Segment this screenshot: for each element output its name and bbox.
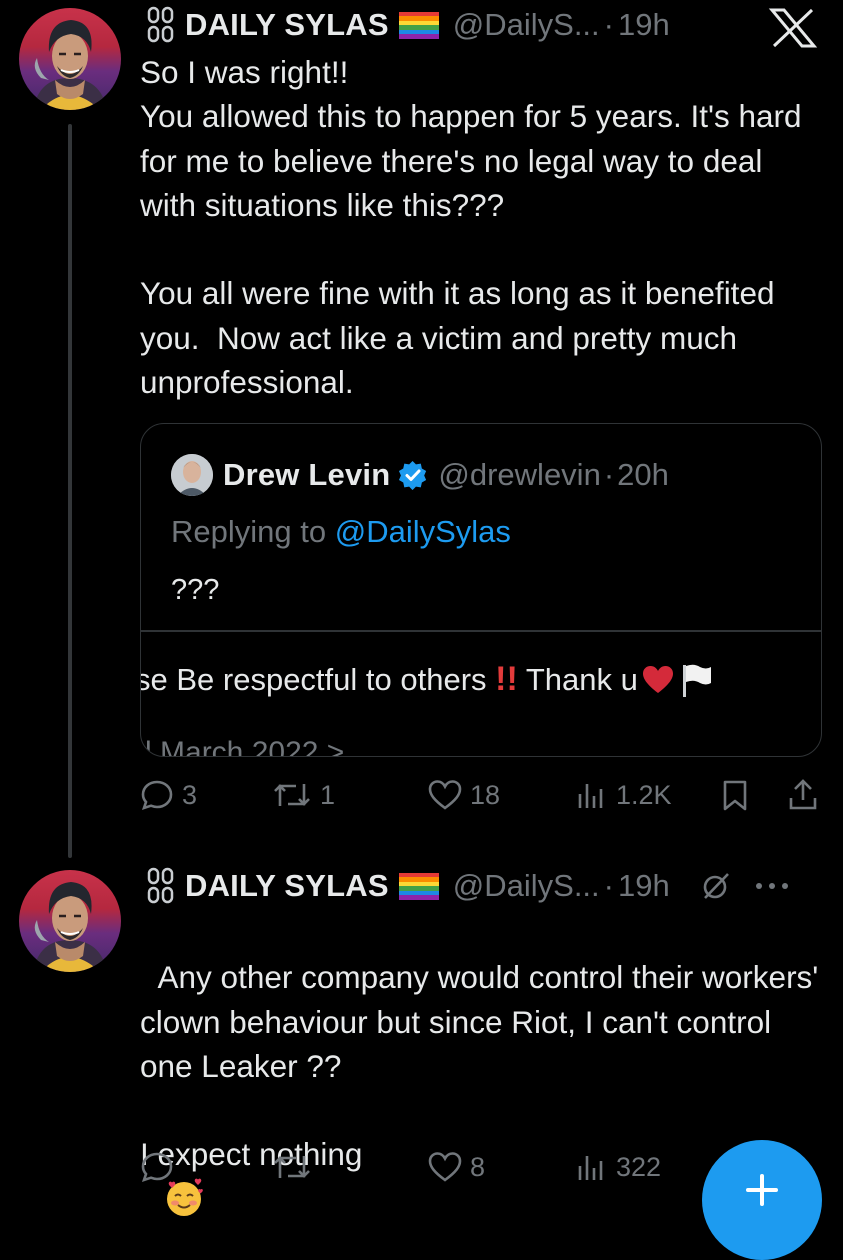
quoted-tweet-card[interactable]: Drew Levin @drewlevin · 20h Replying to … — [140, 423, 822, 757]
quoted-media-text: se Be respectful to others !! Thank u — [140, 660, 712, 699]
retweet-count: 1 — [320, 779, 336, 810]
red-heart-icon — [642, 665, 673, 693]
views-icon — [578, 1156, 603, 1180]
timestamp[interactable]: 19h — [618, 868, 670, 904]
tweet-text: So I was right!! You allowed this to hap… — [140, 54, 802, 401]
thread-connector-line — [68, 124, 72, 858]
display-name[interactable]: DAILY SYLAS — [185, 7, 389, 43]
quoted-user-avatar[interactable] — [171, 454, 213, 496]
view-count: 322 — [616, 1151, 662, 1182]
chain-icon — [147, 6, 174, 43]
grok-icon[interactable] — [698, 869, 732, 903]
reply-count: 3 — [182, 779, 198, 810]
tweet-header: DAILY SYLAS @DailyS... · 19h — [141, 2, 670, 48]
retweet-button[interactable] — [272, 1150, 320, 1184]
handle[interactable]: @DailyS... — [453, 868, 600, 904]
tweet-header: DAILY SYLAS @DailyS... · 19h — [141, 863, 790, 909]
quoted-handle[interactable]: @drewlevin — [438, 457, 600, 493]
user-avatar[interactable] — [19, 870, 121, 972]
reply-button[interactable] — [140, 1150, 182, 1184]
chain-icon — [147, 867, 174, 904]
quote-divider — [141, 630, 821, 632]
plus-icon — [746, 1174, 778, 1206]
bookmark-icon — [723, 780, 747, 811]
rainbow-flag-icon — [398, 872, 439, 900]
views-button[interactable]: 322 — [574, 1150, 661, 1184]
separator-dot: · — [603, 457, 615, 492]
reply-icon — [141, 1152, 173, 1183]
quoted-timestamp[interactable]: 20h — [617, 457, 669, 493]
like-button[interactable]: 8 — [428, 1150, 485, 1184]
quoted-tweet-text: ??? — [171, 574, 220, 606]
user-avatar[interactable] — [19, 8, 121, 110]
views-icon — [578, 784, 603, 808]
tweet-body: Any other company would control their wo… — [140, 959, 819, 1173]
cutoff-caption: d March 2022 > — [140, 736, 345, 757]
view-count: 1.2K — [616, 779, 672, 810]
retweet-button[interactable]: 1 — [272, 778, 335, 812]
separator-dot: · — [603, 7, 614, 42]
compose-button[interactable] — [702, 1140, 822, 1260]
more-options-icon[interactable] — [754, 881, 790, 891]
reply-icon — [141, 780, 173, 811]
heart-icon — [428, 1152, 462, 1182]
double-exclamation: !! — [495, 660, 518, 698]
retweet-icon — [274, 1156, 310, 1178]
like-button[interactable]: 18 — [428, 778, 500, 812]
verified-badge-icon — [399, 460, 427, 490]
heart-icon — [428, 780, 462, 810]
handle[interactable]: @DailyS... — [453, 7, 600, 43]
replying-to: Replying to @DailySylas — [171, 514, 511, 550]
white-flag-icon — [682, 664, 711, 697]
share-button[interactable] — [786, 778, 820, 812]
share-icon — [789, 779, 817, 810]
separator-dot: · — [603, 868, 614, 903]
display-name[interactable]: DAILY SYLAS — [185, 868, 389, 904]
retweet-icon — [274, 784, 310, 806]
pinned-text: se Be respectful to others — [140, 661, 496, 697]
like-count: 8 — [470, 1151, 486, 1182]
views-button[interactable]: 1.2K — [574, 778, 672, 812]
tweet-actions: 3 1 18 1.2K — [140, 778, 830, 818]
x-logo-icon[interactable] — [768, 8, 818, 48]
thank-you-text: Thank u — [517, 661, 638, 697]
like-count: 18 — [470, 779, 501, 810]
replying-to-link[interactable]: @DailySylas — [335, 514, 511, 549]
bookmark-button[interactable] — [718, 778, 752, 812]
quoted-display-name[interactable]: Drew Levin — [223, 457, 390, 493]
timestamp[interactable]: 19h — [618, 7, 670, 43]
reply-button[interactable]: 3 — [140, 778, 197, 812]
replying-to-label: Replying to — [171, 514, 335, 549]
rainbow-flag-icon — [398, 11, 439, 39]
